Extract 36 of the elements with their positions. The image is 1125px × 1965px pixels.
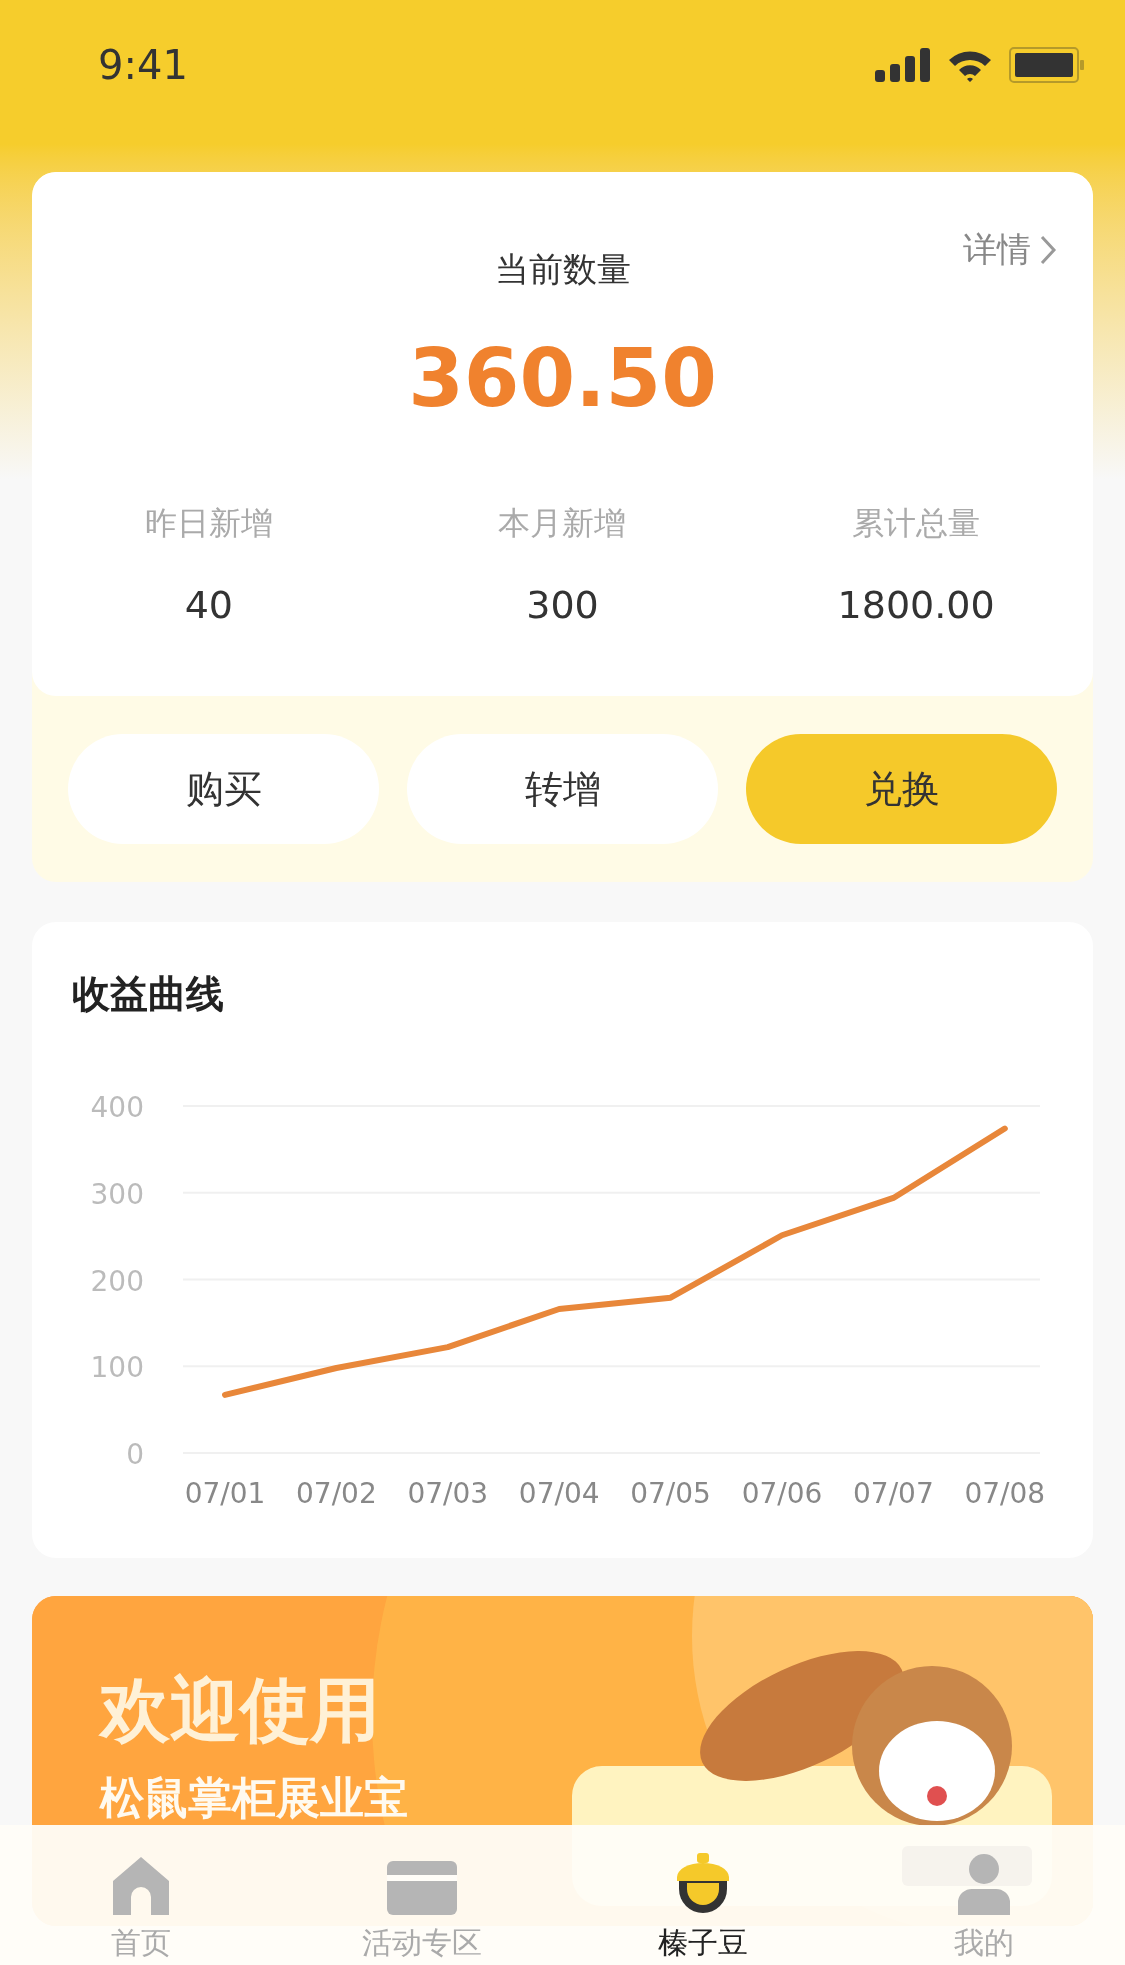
detail-link[interactable]: 详情 bbox=[963, 224, 1057, 275]
signal-icon bbox=[875, 48, 931, 82]
y-axis-label: 100 bbox=[90, 1351, 144, 1385]
y-axis-label: 0 bbox=[126, 1438, 144, 1471]
stat-label: 昨日新增 bbox=[144, 503, 273, 544]
stat-value: 1800.00 bbox=[837, 582, 995, 629]
y-axis-label: 200 bbox=[90, 1264, 144, 1298]
x-axis-label: 07/08 bbox=[964, 1477, 1046, 1510]
x-axis-label: 07/06 bbox=[741, 1477, 823, 1510]
y-axis-label: 400 bbox=[90, 1091, 144, 1124]
action-button[interactable]: 兑换 bbox=[746, 734, 1057, 844]
x-axis-label: 07/05 bbox=[630, 1477, 711, 1510]
x-axis-label: 07/01 bbox=[184, 1477, 266, 1510]
stat-value: 40 bbox=[184, 582, 233, 629]
x-axis-label: 07/04 bbox=[518, 1477, 600, 1510]
stat-label: 本月新增 bbox=[498, 503, 627, 544]
action-button[interactable]: 转增 bbox=[407, 734, 718, 844]
banner-subtitle: 松鼠掌柜展业宝 bbox=[100, 1771, 409, 1825]
summary-title: 当前数量 bbox=[494, 248, 631, 291]
chevron-right-icon bbox=[1039, 233, 1057, 266]
stat-value: 300 bbox=[526, 582, 599, 629]
x-axis-label: 07/02 bbox=[296, 1477, 377, 1510]
banner-title: 欢迎使用 bbox=[100, 1668, 381, 1753]
x-axis-label: 07/07 bbox=[853, 1477, 934, 1510]
action-button[interactable]: 购买 bbox=[68, 734, 379, 844]
chart-title: 收益曲线 bbox=[71, 971, 225, 1018]
wifi-icon bbox=[947, 48, 993, 82]
person-icon bbox=[956, 1853, 1013, 1915]
current-amount: 360.50 bbox=[407, 331, 718, 427]
stat-label: 累计总量 bbox=[852, 503, 981, 544]
tab-item[interactable]: 榛子豆 bbox=[562, 1825, 844, 1965]
y-axis-label: 300 bbox=[90, 1177, 144, 1211]
x-axis-label: 07/03 bbox=[407, 1477, 489, 1510]
card-icon bbox=[386, 1861, 457, 1915]
status-time: 9:41 bbox=[98, 41, 188, 90]
battery-icon bbox=[1009, 47, 1085, 83]
